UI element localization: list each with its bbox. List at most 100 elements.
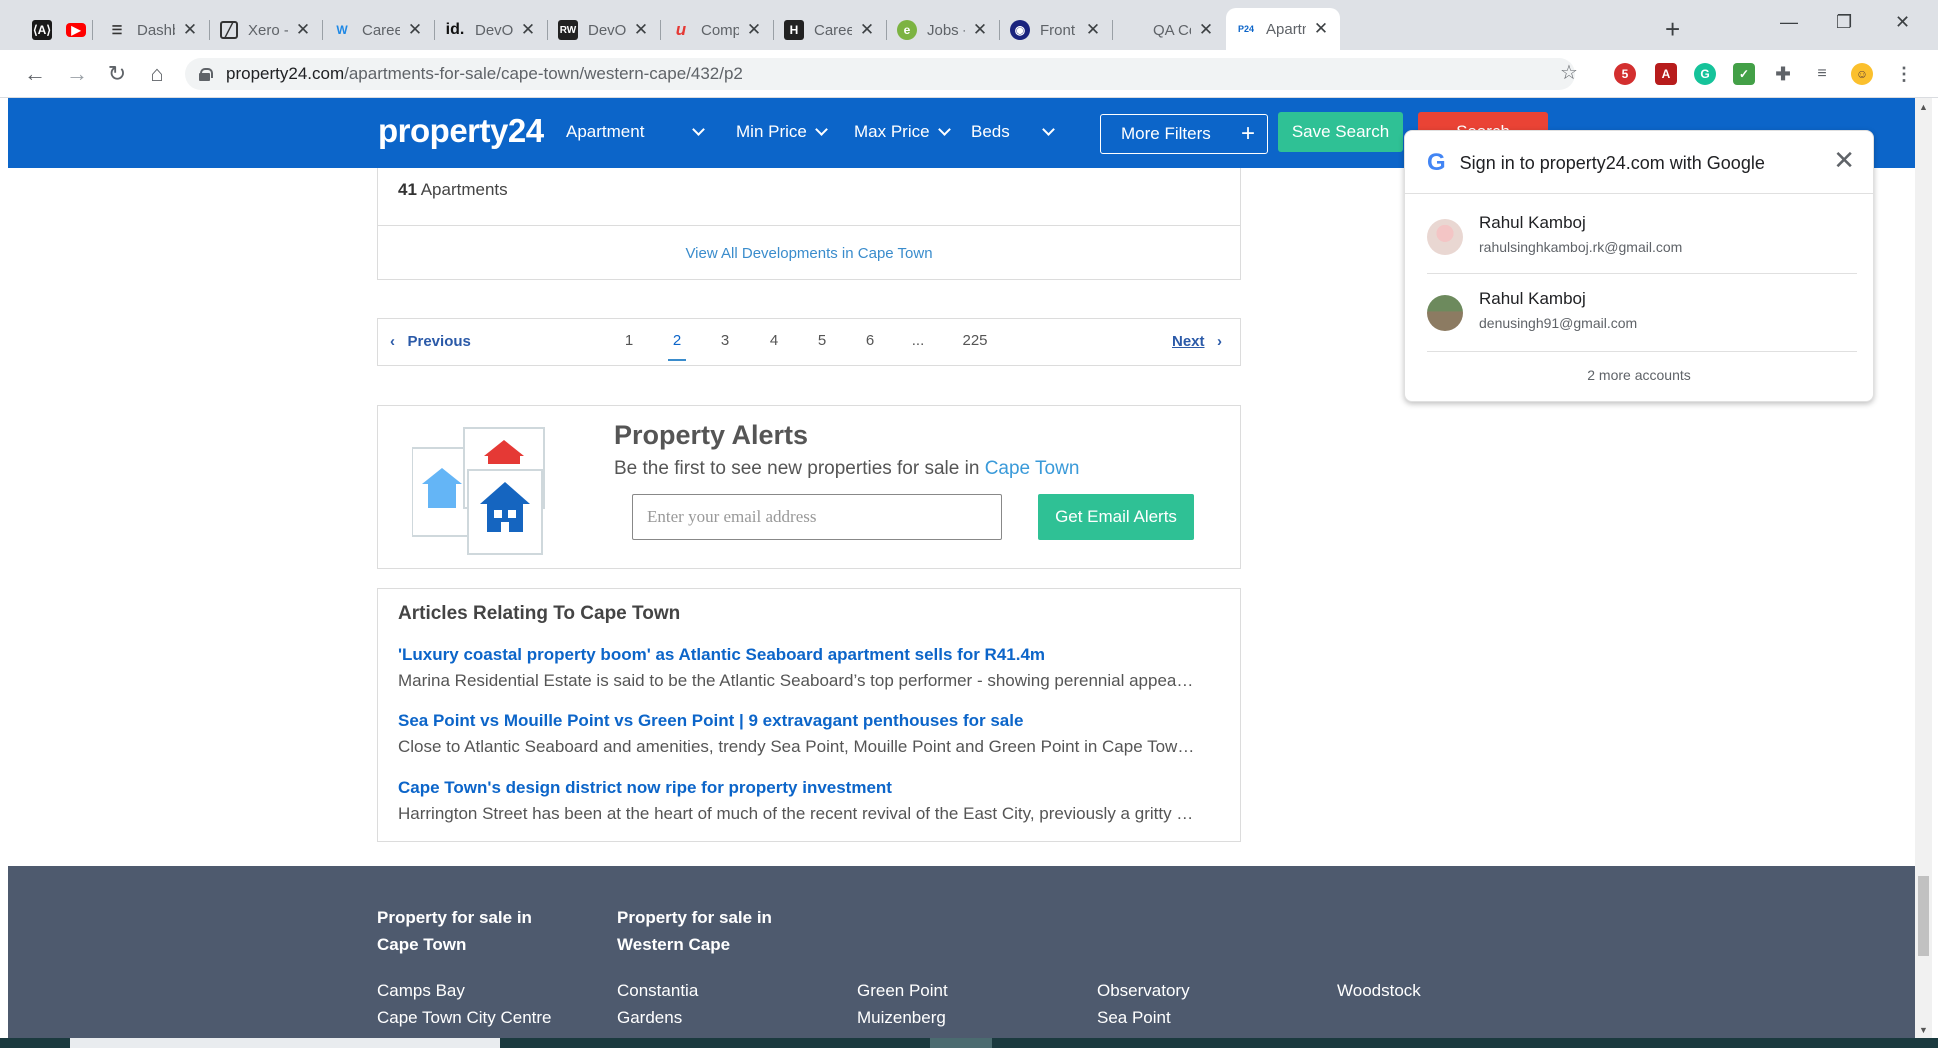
footer-link[interactable]: Constantia xyxy=(617,977,698,1004)
footer-link[interactable]: Observatory xyxy=(1097,977,1190,1004)
page-link[interactable]: 5 xyxy=(807,332,837,349)
google-account-option[interactable]: Rahul Kamboj denusingh91@gmail.com xyxy=(1427,287,1857,347)
tab-devops-id[interactable]: id. DevOps ✕ xyxy=(435,12,548,48)
address-bar[interactable]: property24.com/apartments-for-sale/cape-… xyxy=(185,58,1575,90)
browser-toolbar: ← → ↻ ⌂ property24.com/apartments-for-sa… xyxy=(0,50,1938,98)
tab-xero[interactable]: ╱ Xero - IT ✕ xyxy=(210,12,323,48)
footer-link[interactable]: Sea Point xyxy=(1097,1004,1190,1031)
back-icon[interactable]: ← xyxy=(22,61,48,87)
page-link[interactable]: 6 xyxy=(855,332,885,349)
taskbar-active-app[interactable] xyxy=(930,1038,992,1048)
article-title-link[interactable]: Cape Town's design district now ripe for… xyxy=(398,778,1228,798)
tab-title: DevOps xyxy=(475,21,513,39)
previous-page-link[interactable]: ‹ Previous xyxy=(390,333,471,350)
account-name: Rahul Kamboj xyxy=(1479,289,1586,308)
menu-kebab-icon[interactable]: ⋮ xyxy=(1893,63,1915,85)
profile-avatar-icon[interactable]: ☺ xyxy=(1851,63,1873,85)
google-sign-in-popup: G Sign in to property24.com with Google … xyxy=(1404,130,1874,402)
footer-link[interactable]: Gardens xyxy=(617,1004,698,1031)
alerts-location-link[interactable]: Cape Town xyxy=(985,458,1080,479)
page-link[interactable]: 4 xyxy=(759,332,789,349)
email-input[interactable]: Enter your email address xyxy=(632,494,1002,540)
page-link-current[interactable]: 2 xyxy=(662,332,692,361)
footer-link[interactable]: Camps Bay xyxy=(377,977,552,1004)
footer-link[interactable]: Green Point xyxy=(857,977,948,1004)
save-search-button[interactable]: Save Search xyxy=(1278,112,1403,152)
divider xyxy=(1427,273,1857,274)
save-extension-icon[interactable]: ✓ xyxy=(1733,63,1755,85)
min-price-dropdown[interactable]: Min Price xyxy=(736,122,828,142)
youtube-icon: ▶ xyxy=(66,23,86,37)
scroll-up-icon[interactable]: ▲ xyxy=(1919,102,1928,112)
more-filters-button[interactable]: More Filters + xyxy=(1100,114,1268,154)
tab-careers-workable[interactable]: W Careers a ✕ xyxy=(322,12,435,48)
tab-careers-h[interactable]: H Careers | ✕ xyxy=(774,12,887,48)
article-item: Sea Point vs Mouille Point vs Green Poin… xyxy=(398,711,1228,757)
adblock-extension-icon[interactable]: 5 xyxy=(1614,63,1636,85)
tab-qa-cons[interactable]: QA Cons ✕ xyxy=(1113,12,1225,48)
account-email: rahulsinghkamboj.rk@gmail.com xyxy=(1479,239,1683,255)
scrollbar-thumb[interactable] xyxy=(1918,876,1929,956)
pdf-extension-icon[interactable]: A xyxy=(1655,63,1677,85)
close-tab-icon[interactable]: ✕ xyxy=(406,20,424,40)
property24-logo[interactable]: property24 xyxy=(378,112,544,150)
google-account-option[interactable]: Rahul Kamboj rahulsinghkamboj.rk@gmail.c… xyxy=(1427,211,1857,271)
close-tab-icon[interactable]: ✕ xyxy=(294,20,312,40)
tab-title: DevOps xyxy=(588,21,626,39)
close-tab-icon[interactable]: ✕ xyxy=(971,20,989,40)
reload-icon[interactable]: ↻ xyxy=(104,61,130,87)
media-playlist-icon[interactable]: ≡ xyxy=(1811,63,1833,85)
tab-youtube[interactable]: ▶ xyxy=(56,12,96,48)
minimize-icon[interactable]: — xyxy=(1780,12,1798,33)
tab-jobs[interactable]: e Jobs - N ✕ xyxy=(887,12,1000,48)
footer-link[interactable]: Muizenberg xyxy=(857,1004,948,1031)
site-footer: Property for sale in Cape Town Property … xyxy=(8,866,1915,1048)
grammarly-extension-icon[interactable]: G xyxy=(1694,63,1716,85)
new-tab-icon[interactable]: + xyxy=(1665,14,1680,45)
footer-link[interactable]: Cape Town City Centre xyxy=(377,1004,552,1031)
tab-title: QA Cons xyxy=(1153,21,1191,39)
close-tab-icon[interactable]: ✕ xyxy=(1312,19,1330,39)
page-link[interactable]: 3 xyxy=(710,332,740,349)
tab-front-end[interactable]: ◉ Front En ✕ xyxy=(1000,12,1113,48)
close-tab-icon[interactable]: ✕ xyxy=(858,20,876,40)
taskbar-search-box[interactable] xyxy=(70,1038,500,1048)
get-email-alerts-button[interactable]: Get Email Alerts xyxy=(1038,494,1194,540)
tab-complete[interactable]: u Complet ✕ xyxy=(661,12,774,48)
property-type-dropdown[interactable]: Apartment xyxy=(566,122,706,142)
close-window-icon[interactable]: ✕ xyxy=(1895,12,1910,33)
page-link-last[interactable]: 225 xyxy=(955,332,995,349)
footer-link[interactable]: Woodstock xyxy=(1337,977,1421,1004)
bookmark-star-icon[interactable]: ☆ xyxy=(1560,60,1578,85)
scroll-down-icon[interactable]: ▼ xyxy=(1919,1025,1928,1035)
restore-icon[interactable]: ❐ xyxy=(1836,12,1852,33)
developments-box: 41 Apartments View All Developments in C… xyxy=(377,168,1241,280)
page-link[interactable]: 1 xyxy=(614,332,644,349)
extensions-puzzle-icon[interactable]: ✚ xyxy=(1772,63,1794,85)
url-path: /apartments-for-sale/cape-town/western-c… xyxy=(344,64,743,83)
tab-apartments-active[interactable]: P24 Apartme ✕ xyxy=(1226,8,1340,50)
google-popup-header: G Sign in to property24.com with Google xyxy=(1427,149,1765,177)
tab-dashboard[interactable]: ☰ Dashboa ✕ xyxy=(97,12,210,48)
article-title-link[interactable]: Sea Point vs Mouille Point vs Green Poin… xyxy=(398,711,1228,731)
pagination: ‹ Previous 1 2 3 4 5 6 ... 225 Next › xyxy=(377,318,1241,366)
close-tab-icon[interactable]: ✕ xyxy=(181,20,199,40)
more-accounts-link[interactable]: 2 more accounts xyxy=(1405,367,1873,383)
next-page-link[interactable]: Next › xyxy=(1172,333,1222,350)
close-tab-icon[interactable]: ✕ xyxy=(632,20,650,40)
close-icon[interactable]: ✕ xyxy=(1833,145,1855,176)
close-tab-icon[interactable]: ✕ xyxy=(519,20,537,40)
home-icon[interactable]: ⌂ xyxy=(144,61,170,87)
forward-icon[interactable]: → xyxy=(64,61,90,87)
view-all-developments-link[interactable]: View All Developments in Cape Town xyxy=(378,245,1240,262)
close-tab-icon[interactable]: ✕ xyxy=(1197,20,1215,40)
avatar xyxy=(1427,295,1463,331)
tab-devops-rw[interactable]: RW DevOps ✕ xyxy=(548,12,661,48)
beds-dropdown[interactable]: Beds xyxy=(971,122,1055,142)
close-tab-icon[interactable]: ✕ xyxy=(745,20,763,40)
page-scrollbar[interactable]: ▲ ▼ xyxy=(1915,98,1932,1040)
max-price-dropdown[interactable]: Max Price xyxy=(854,122,951,142)
articles-heading: Articles Relating To Cape Town xyxy=(398,603,681,624)
article-title-link[interactable]: 'Luxury coastal property boom' as Atlant… xyxy=(398,645,1228,665)
close-tab-icon[interactable]: ✕ xyxy=(1084,20,1102,40)
